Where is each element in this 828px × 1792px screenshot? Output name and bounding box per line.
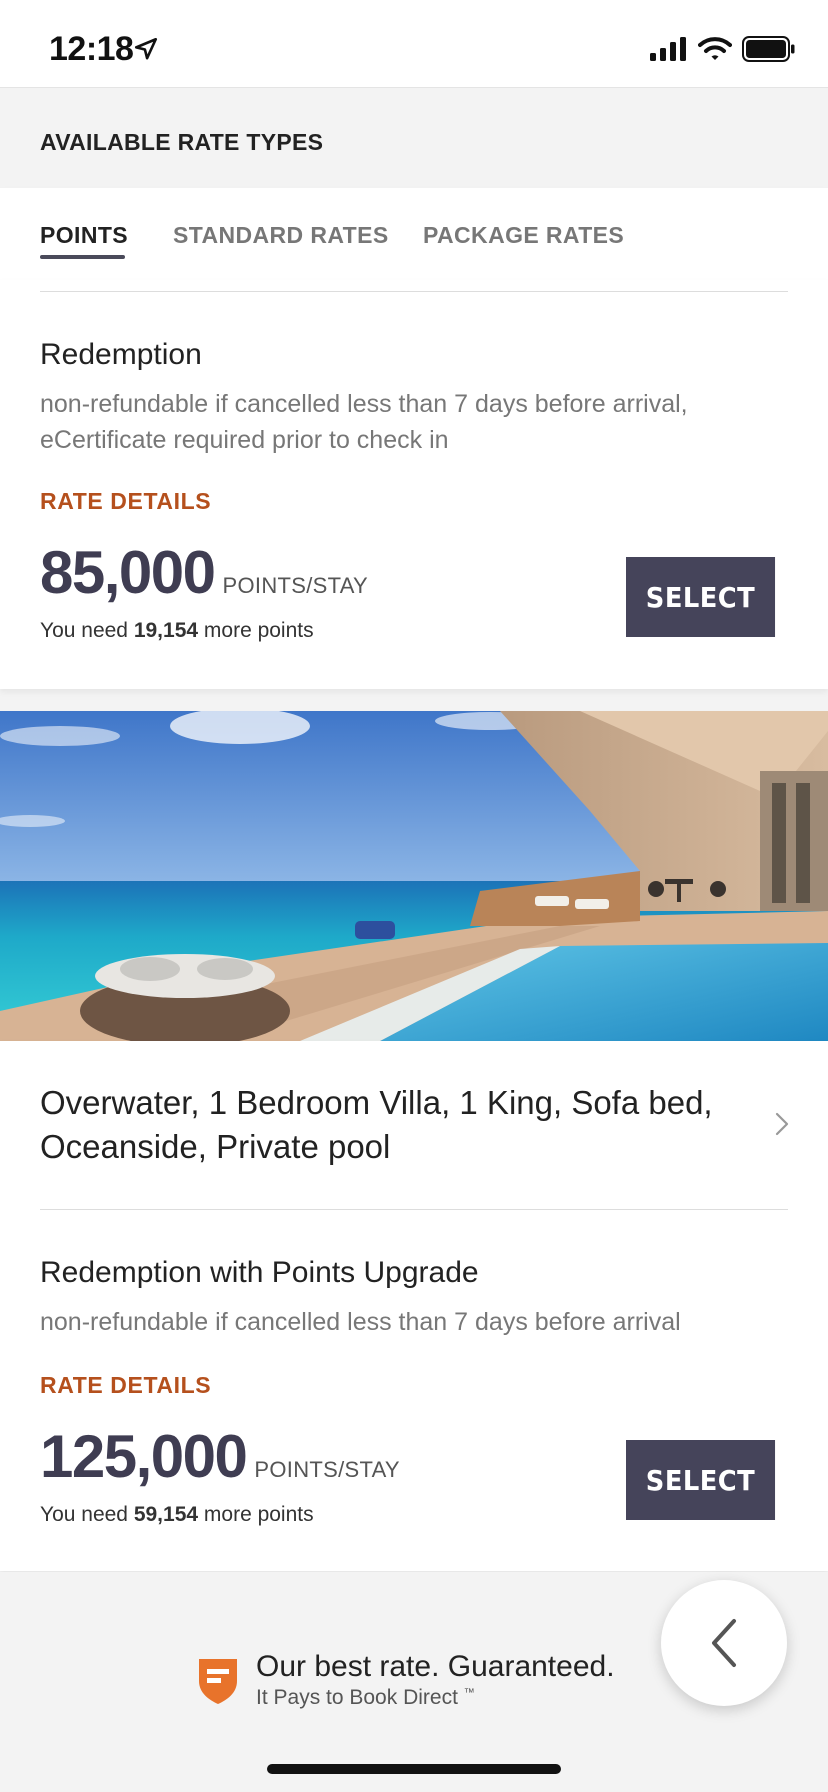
- points-price: 125,000 POINTS/STAY: [40, 1422, 400, 1491]
- points-unit: POINTS/STAY: [222, 573, 369, 598]
- rate-details-link[interactable]: RATE DETAILS: [40, 488, 211, 515]
- rate-type-tabs: POINTS STANDARD RATES PACKAGE RATES: [0, 188, 828, 280]
- rate-name: Redemption: [40, 338, 202, 371]
- chevron-left-icon: [712, 1619, 736, 1667]
- rate-card-redemption: Redemption non-refundable if cancelled l…: [0, 280, 828, 689]
- points-value: 125,000: [40, 1423, 248, 1490]
- divider: [40, 1209, 788, 1210]
- points-needed-amount: 19,154: [133, 619, 199, 642]
- home-indicator: [267, 1764, 561, 1774]
- room-title[interactable]: Overwater, 1 Bedroom Villa, 1 King, Sofa…: [40, 1081, 760, 1169]
- rate-description: non-refundable if cancelled less than 7 …: [40, 390, 688, 454]
- points-needed-suffix: more points: [198, 619, 314, 642]
- battery-icon: [742, 36, 795, 62]
- guarantee-title: Our best rate. Guaranteed.: [256, 1650, 615, 1683]
- divider: [40, 291, 788, 292]
- room-card-overwater-villa: Overwater, 1 Bedroom Villa, 1 King, Sofa…: [0, 1041, 828, 1571]
- status-icons: [650, 36, 796, 62]
- select-button[interactable]: SELECT: [626, 1440, 776, 1520]
- points-price: 85,000 POINTS/STAY: [40, 538, 368, 607]
- points-value: 85,000: [40, 539, 216, 606]
- rate-description: non-refundable if cancelled less than 7 …: [40, 1308, 681, 1336]
- points-needed-prefix: You need: [40, 1503, 134, 1526]
- select-button[interactable]: SELECT: [626, 557, 776, 637]
- trademark-symbol: ™: [463, 1687, 475, 1699]
- points-needed-amount: 59,154: [133, 1503, 199, 1526]
- guarantee-subtitle: It Pays to Book Direct ™: [256, 1686, 475, 1710]
- status-bar: 12:18: [0, 0, 828, 88]
- points-needed-prefix: You need: [40, 619, 134, 642]
- active-tab-indicator: [40, 255, 125, 259]
- rate-name: Redemption with Points Upgrade: [40, 1256, 479, 1289]
- tab-standard-rates[interactable]: STANDARD RATES: [173, 222, 389, 249]
- points-needed-suffix: more points: [198, 1503, 314, 1526]
- villa-pool-image: [0, 711, 828, 1041]
- points-needed: You need 59,154 more points: [40, 1503, 314, 1527]
- tab-points[interactable]: POINTS: [40, 222, 128, 249]
- wifi-icon: [698, 37, 732, 60]
- points-unit: POINTS/STAY: [254, 1457, 400, 1482]
- location-arrow-icon: [134, 37, 158, 60]
- rate-details-link[interactable]: RATE DETAILS: [40, 1372, 211, 1399]
- guarantee-subtitle-text: It Pays to Book Direct: [256, 1686, 458, 1709]
- back-button[interactable]: [661, 1580, 787, 1706]
- tab-package-rates[interactable]: PACKAGE RATES: [423, 222, 624, 249]
- room-photo: [0, 711, 828, 1041]
- section-title: AVAILABLE RATE TYPES: [40, 129, 324, 155]
- cellular-signal-icon: [650, 37, 686, 61]
- shield-icon: [199, 1659, 237, 1704]
- points-needed: You need 19,154 more points: [40, 619, 314, 643]
- chevron-right-icon[interactable]: [770, 1109, 794, 1139]
- status-time: 12:18: [49, 30, 134, 68]
- rate-types-header: AVAILABLE RATE TYPES: [0, 89, 828, 188]
